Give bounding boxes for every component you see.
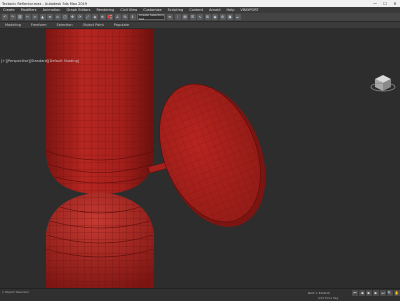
zoom-icon[interactable]: 🔍 [387,290,393,296]
render-frame-icon[interactable]: ▣ [227,14,233,20]
material-editor-icon[interactable]: ◉ [212,14,218,20]
mirror-icon[interactable]: ⇋ [167,14,173,20]
status-message: 1 Object Selected [2,290,29,294]
menu-content[interactable]: Content [186,8,206,12]
align-icon[interactable]: ⫶ [174,14,181,20]
goto-end-icon[interactable]: ⏭ [380,290,386,296]
link-icon[interactable]: ⛓ [17,14,23,20]
add-time-tag[interactable]: Add Time Tag [318,296,338,300]
bind-icon[interactable]: ≈ [32,14,38,20]
menu-graph-editors[interactable]: Graph Editors [63,8,93,12]
next-frame-icon[interactable]: ▶ [373,290,379,296]
status-bar: 1 Object Selected Grid = 10.0cm Add Time… [0,288,400,301]
ribbon-tab-modeling[interactable]: Modeling [0,23,26,27]
curve-editor-icon[interactable]: ∿ [197,14,203,20]
lower-dome[interactable] [45,192,155,288]
window-crossing-icon[interactable]: ◫ [62,14,68,20]
rotate-icon[interactable]: ⟳ [77,14,83,20]
move-icon[interactable]: ✥ [69,14,76,20]
region-select-icon[interactable]: ▭ [54,14,61,20]
ribbon-tab-freeform[interactable]: Freeform [26,23,52,27]
window-controls: — ☐ ✕ [370,0,400,7]
menu-help[interactable]: Help [223,8,237,12]
main-toolbar: ↶ ↷ ⛓ ✂ ≈ ▲ ≡ ▭ ◫ ✥ ⟳ ⤢ ◈ ⊕ 🧲 ∠ % ⇕ Crea… [0,13,400,22]
select-by-name-icon[interactable]: ≡ [47,14,53,20]
percent-snap-icon[interactable]: % [122,14,128,20]
menu-modifiers[interactable]: Modifiers [18,8,40,12]
spinner-snap-icon[interactable]: ⇕ [129,14,136,20]
ribbon-tabs: Modeling Freeform Selection Object Paint… [0,22,400,28]
select-icon[interactable]: ▲ [39,14,46,20]
menu-vrayport[interactable]: VRAYPORT [237,8,261,12]
layer-icon[interactable]: ▤ [182,14,188,20]
playback-controls: ⏮ ◀ ▶ ▶ ⏭ 🔍 ✋ [352,290,400,296]
menu-animation[interactable]: Animation [40,8,64,12]
play-icon[interactable]: ▶ [366,290,372,296]
undo-icon[interactable]: ↶ [2,14,8,20]
schematic-icon[interactable]: ⊞ [204,14,211,20]
snap-icon[interactable]: 🧲 [107,14,113,20]
scene-render [45,29,396,288]
scale-icon[interactable]: ⤢ [84,14,91,20]
window-title: Tectonic Reflector.max - Autodesk 3ds Ma… [2,1,88,6]
prev-frame-icon[interactable]: ◀ [359,290,365,296]
place-icon[interactable]: ◈ [92,14,98,20]
scene-explorer-icon[interactable]: ☰ [189,14,196,20]
reflector-disc[interactable] [140,69,285,243]
grid-size-readout: Grid = 10.0cm [308,291,330,295]
viewcube-icon[interactable] [370,75,396,92]
unlink-icon[interactable]: ✂ [24,14,31,20]
angle-snap-icon[interactable]: ∠ [114,14,121,20]
minimize-button[interactable]: — [370,0,380,7]
menu-create[interactable]: Create [0,8,18,12]
menu-arnold[interactable]: Arnold [206,8,223,12]
render-icon[interactable]: ☕ [234,14,241,20]
close-button[interactable]: ✕ [390,0,400,7]
maximize-button[interactable]: ☐ [380,0,390,7]
menu-civil-view[interactable]: Civil View [117,8,140,12]
ribbon-tab-selection[interactable]: Selection [52,23,78,27]
menu-customize[interactable]: Customize [140,8,164,12]
title-bar: Tectonic Reflector.max - Autodesk 3ds Ma… [0,0,400,7]
viewport-label[interactable]: [+][Perspective][Standard][Default Shadi… [1,59,79,63]
pan-icon[interactable]: ✋ [394,290,400,296]
menu-rendering[interactable]: Rendering [94,8,118,12]
menu-scripting[interactable]: Scripting [165,8,187,12]
pivot-icon[interactable]: ⊕ [99,14,106,20]
redo-icon[interactable]: ↷ [9,14,16,20]
render-setup-icon[interactable]: ⚙ [219,14,226,20]
goto-start-icon[interactable]: ⏮ [352,290,358,296]
upper-cylinder[interactable] [45,29,155,194]
perspective-viewport[interactable]: [+][Perspective][Standard][Default Shadi… [0,29,400,288]
status-grid-area: Grid = 10.0cm [308,291,333,295]
ribbon-tab-object-paint[interactable]: Object Paint [78,23,109,27]
ribbon-tab-populate[interactable]: Populate [109,23,134,27]
selection-set-dropdown[interactable]: Create Selection Set [137,13,165,21]
